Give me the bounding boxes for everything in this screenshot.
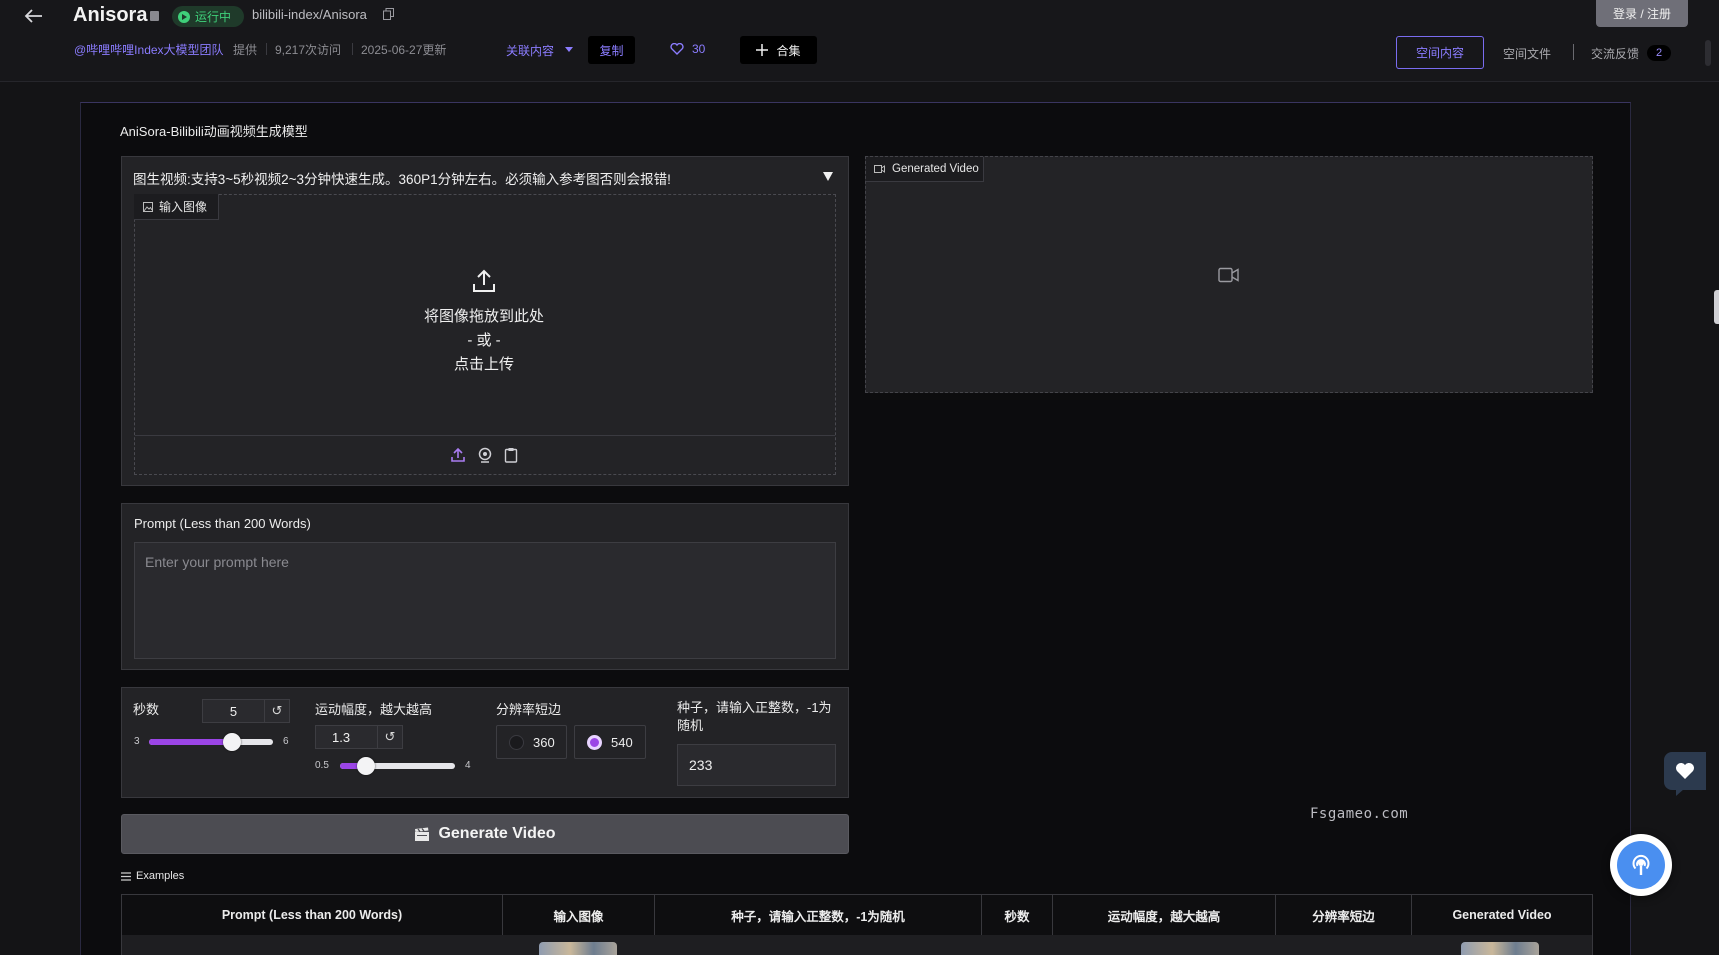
example-video-thumbnail [1461,942,1539,955]
examples-label: Examples [136,870,185,882]
upload-source-icon[interactable] [450,447,466,463]
image-icon [143,201,153,212]
tab-space-content[interactable]: 空间内容 [1396,36,1484,69]
play-icon [178,10,190,23]
or-text: - 或 - [467,332,501,349]
generated-video-label-text: Generated Video [892,163,979,175]
divider [135,435,835,436]
webcam-icon[interactable] [477,447,493,463]
motion-input[interactable]: 1.3 [315,725,378,749]
chevron-down-icon[interactable] [565,47,573,52]
tab-space-files[interactable]: 空间文件 [1503,45,1551,62]
favorite-tail [1676,789,1684,796]
motion-max: 4 [465,760,471,771]
clapperboard-icon [415,827,430,841]
generated-video-label: Generated Video [866,157,984,182]
motion-reset-button[interactable]: ↺ [377,725,403,749]
examples-table: Prompt (Less than 200 Words) 输入图像 种子，请输入… [121,894,1593,955]
heart-outline-icon [670,43,684,55]
resolution-option-540[interactable]: 540 [574,725,646,759]
copy-icon[interactable] [383,8,394,20]
prompt-label: Prompt (Less than 200 Words) [134,516,311,531]
generate-video-label: Generate Video [438,825,556,842]
resolution-label: 分辨率短边 [496,702,562,717]
repo-path: bilibili-index/Anisora [252,7,367,22]
seconds-reset-button[interactable]: ↺ [264,699,290,723]
collapse-caret-icon[interactable] [823,172,833,181]
motion-min: 0.5 [315,760,329,771]
copy-button[interactable]: 复制 [588,36,635,64]
divider [352,43,353,55]
video-placeholder-icon [1218,267,1240,283]
list-icon [121,871,131,881]
seconds-input[interactable]: 5 [202,699,265,723]
author-link[interactable]: @哔哩哔哩Index大模型团队 [74,41,224,58]
video-icon [874,165,885,173]
divider [1573,44,1574,60]
seconds-max: 6 [283,736,289,747]
plus-icon [756,44,769,56]
scrollbar[interactable] [1705,40,1711,66]
radio-selected-icon [587,734,602,750]
column-header: 运动幅度，越大越高 [1053,895,1276,935]
heart-icon [1676,763,1694,779]
clipboard-icon[interactable] [503,447,519,463]
seed-label: 种子，请输入正整数，-1为随机 [677,700,832,733]
radio-icon [509,734,524,750]
seconds-label: 秒数 [133,702,160,717]
resolution-option-label: 360 [533,734,555,750]
seed-input[interactable]: 233 [677,744,836,786]
visit-count: 9,217次访问 [275,43,342,57]
motion-label: 运动幅度，越大越高 [315,702,433,717]
column-header: 秒数 [982,895,1053,935]
page-title: AniSora-Bilibili动画视频生成模型 [120,124,308,139]
related-content-dropdown[interactable]: 关联内容 [506,42,554,59]
resolution-option-label: 540 [611,734,633,750]
table-row[interactable] [122,935,1592,955]
generate-video-button[interactable]: Generate Video [121,814,849,854]
drop-text: 将图像拖放到此处 [423,308,544,325]
seconds-min: 3 [134,736,140,747]
column-header: 分辨率短边 [1276,895,1412,935]
status-badge: 运行中 [172,6,244,27]
column-header: 输入图像 [503,895,655,935]
collection-label: 合集 [776,43,801,58]
example-image-thumbnail [539,942,617,955]
divider [266,43,267,55]
click-upload-text[interactable]: 点击上传 [384,353,584,374]
assistant-button[interactable] [1610,834,1672,896]
accordion-title[interactable]: 图生视频:支持3~5秒视频2~3分钟快速生成。360P1分钟左右。必须输入参考图… [133,168,671,188]
add-collection-button[interactable]: 合集 [740,36,817,64]
back-arrow-icon[interactable] [22,6,46,26]
side-drawer-handle[interactable] [1714,290,1719,324]
podcast-icon [1617,841,1665,889]
login-button[interactable]: 登录 / 注册 [1596,0,1688,27]
prompt-input[interactable] [134,542,836,659]
examples-heading: Examples [121,870,184,882]
status-text: 运行中 [195,10,232,24]
app-title: Anisora [73,4,148,26]
seconds-slider-fill [149,739,233,745]
favorite-button[interactable] [1664,752,1706,790]
like-button[interactable]: 30 [670,42,705,56]
tab-feedback[interactable]: 交流反馈 [1591,45,1639,62]
like-count: 30 [692,42,706,56]
column-header: 种子，请输入正整数，-1为随机 [655,895,982,935]
column-header: Generated Video [1452,908,1552,922]
upload-icon [471,268,497,294]
private-indicator-icon [150,11,159,21]
image-input-label-text: 输入图像 [159,200,208,214]
image-input-label: 输入图像 [134,194,219,220]
seconds-slider-thumb[interactable] [223,733,242,751]
update-date: 2025-06-27更新 [361,43,447,57]
watermark-text: Fsgameo.com [1310,806,1409,822]
column-header: Prompt (Less than 200 Words) [122,895,503,935]
resolution-option-360[interactable]: 360 [496,725,567,759]
feedback-count-badge: 2 [1647,45,1671,61]
seconds-slider[interactable] [149,739,273,745]
provided-text: 提供 [233,43,258,57]
